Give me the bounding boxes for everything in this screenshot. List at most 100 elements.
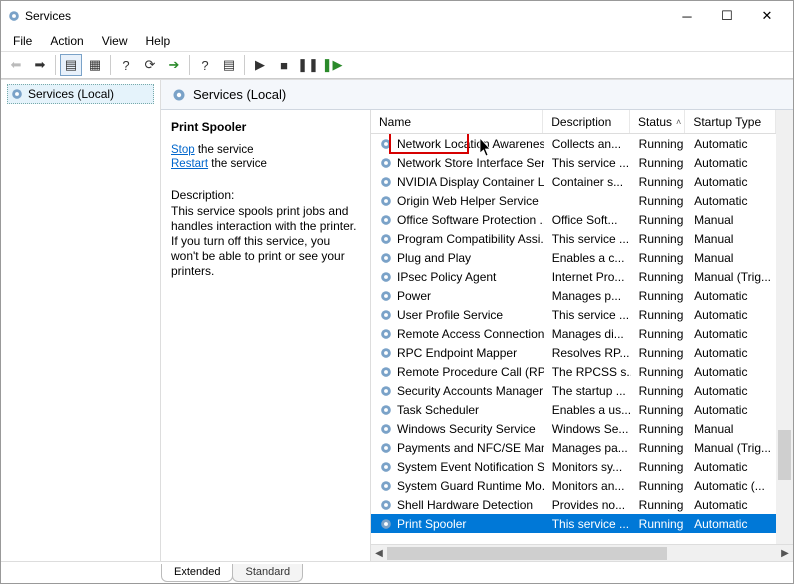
table-row[interactable]: System Guard Runtime Mo...Monitors an...… bbox=[371, 476, 793, 495]
table-row[interactable]: Network Store Interface Ser...This servi… bbox=[371, 153, 793, 172]
gear-icon bbox=[379, 251, 393, 265]
properties-icon[interactable]: ▦ bbox=[84, 54, 106, 76]
tab-standard[interactable]: Standard bbox=[232, 564, 303, 582]
stop-link[interactable]: Stop bbox=[171, 144, 195, 156]
refresh-icon[interactable]: ⟳ bbox=[139, 54, 161, 76]
vertical-scrollbar[interactable] bbox=[776, 110, 793, 544]
service-startup: Manual bbox=[694, 213, 733, 227]
service-name: Payments and NFC/SE Man... bbox=[397, 441, 544, 455]
toolbar: ⬅ ➡ ▤ ▦ ? ⟳ ➔ ? ▤ ▶ ■ ❚❚ ❚▶ bbox=[1, 51, 793, 79]
gear-icon bbox=[379, 289, 393, 303]
table-row[interactable]: User Profile ServiceThis service ...Runn… bbox=[371, 305, 793, 324]
table-row[interactable]: Program Compatibility Assi...This servic… bbox=[371, 229, 793, 248]
table-row[interactable]: NVIDIA Display Container LSContainer s..… bbox=[371, 172, 793, 191]
service-startup: Manual bbox=[694, 232, 733, 246]
table-row[interactable]: Windows Security ServiceWindows Se...Run… bbox=[371, 419, 793, 438]
selected-service-name: Print Spooler bbox=[171, 120, 360, 134]
grid-body: Network Location AwarenessCollects an...… bbox=[371, 134, 793, 544]
service-desc: The RPCSS s... bbox=[552, 365, 631, 379]
services-grid: Name Description Status ˄ Startup Type L… bbox=[371, 110, 793, 561]
service-name: User Profile Service bbox=[397, 308, 503, 322]
col-name[interactable]: Name bbox=[371, 110, 543, 133]
scrollbar-thumb[interactable] bbox=[778, 430, 791, 480]
gear-icon bbox=[379, 479, 393, 493]
export-icon[interactable]: ➔ bbox=[163, 54, 185, 76]
service-desc: Enables a c... bbox=[552, 251, 625, 265]
list-icon[interactable]: ▤ bbox=[218, 54, 240, 76]
table-row[interactable]: Print SpoolerThis service ...RunningAuto… bbox=[371, 514, 793, 533]
service-status: Running bbox=[639, 517, 684, 531]
service-name: NVIDIA Display Container LS bbox=[397, 175, 544, 189]
table-row[interactable]: Origin Web Helper ServiceRunningAutomati… bbox=[371, 191, 793, 210]
service-name: Plug and Play bbox=[397, 251, 471, 265]
restart-line: Restart the service bbox=[171, 158, 360, 170]
table-row[interactable]: Security Accounts ManagerThe startup ...… bbox=[371, 381, 793, 400]
service-name: Shell Hardware Detection bbox=[397, 498, 533, 512]
service-desc: This service ... bbox=[552, 517, 629, 531]
service-status: Running bbox=[639, 232, 684, 246]
scroll-right-icon[interactable]: ▶ bbox=[777, 545, 793, 561]
table-row[interactable]: System Event Notification S...Monitors s… bbox=[371, 457, 793, 476]
show-hide-tree-icon[interactable]: ▤ bbox=[60, 54, 82, 76]
service-desc: Manages p... bbox=[552, 289, 621, 303]
detail-pane: Print Spooler Stop the service Restart t… bbox=[161, 110, 371, 561]
table-row[interactable]: Network Location AwarenessCollects an...… bbox=[371, 134, 793, 153]
table-row[interactable]: PowerManages p...RunningAutomaticLoca bbox=[371, 286, 793, 305]
service-status: Running bbox=[639, 327, 684, 341]
service-startup: Automatic bbox=[694, 365, 747, 379]
service-startup: Automatic bbox=[694, 175, 747, 189]
table-row[interactable]: Payments and NFC/SE Man...Manages pa...R… bbox=[371, 438, 793, 457]
service-status: Running bbox=[639, 460, 684, 474]
help-icon[interactable]: ? bbox=[115, 54, 137, 76]
gear-icon bbox=[379, 346, 393, 360]
service-desc: Monitors an... bbox=[552, 479, 625, 493]
table-row[interactable]: Plug and PlayEnables a c...RunningManual… bbox=[371, 248, 793, 267]
menu-action[interactable]: Action bbox=[42, 33, 91, 49]
table-row[interactable]: Shell Hardware DetectionProvides no...Ru… bbox=[371, 495, 793, 514]
service-status: Running bbox=[639, 251, 684, 265]
menu-view[interactable]: View bbox=[94, 33, 136, 49]
stop-icon[interactable]: ■ bbox=[273, 54, 295, 76]
service-desc: Office Soft... bbox=[552, 213, 618, 227]
minimize-button[interactable]: ─ bbox=[667, 2, 707, 30]
table-row[interactable]: Remote Procedure Call (RPC)The RPCSS s..… bbox=[371, 362, 793, 381]
start-icon[interactable]: ▶ bbox=[249, 54, 271, 76]
table-row[interactable]: IPsec Policy AgentInternet Pro...Running… bbox=[371, 267, 793, 286]
restart-icon[interactable]: ❚▶ bbox=[321, 54, 343, 76]
table-row[interactable]: Office Software Protection ...Office Sof… bbox=[371, 210, 793, 229]
maximize-button[interactable]: ☐ bbox=[707, 2, 747, 30]
gear-icon bbox=[379, 460, 393, 474]
col-description[interactable]: Description bbox=[543, 110, 630, 133]
menu-help[interactable]: Help bbox=[138, 33, 179, 49]
service-status: Running bbox=[639, 422, 684, 436]
service-desc: Provides no... bbox=[552, 498, 625, 512]
close-button[interactable]: ✕ bbox=[747, 2, 787, 30]
help2-icon[interactable]: ? bbox=[194, 54, 216, 76]
horizontal-scrollbar[interactable]: ◀ ▶ bbox=[371, 544, 793, 561]
nav-services-local[interactable]: Services (Local) bbox=[7, 84, 154, 104]
gear-icon bbox=[379, 232, 393, 246]
gear-icon bbox=[379, 422, 393, 436]
restart-link[interactable]: Restart bbox=[171, 158, 208, 170]
table-row[interactable]: RPC Endpoint MapperResolves RP...Running… bbox=[371, 343, 793, 362]
menu-file[interactable]: File bbox=[5, 33, 40, 49]
tab-extended[interactable]: Extended bbox=[161, 564, 233, 582]
pause-icon[interactable]: ❚❚ bbox=[297, 54, 319, 76]
titlebar: Services ─ ☐ ✕ bbox=[1, 1, 793, 31]
description-body: This service spools print jobs and handl… bbox=[171, 204, 360, 279]
scrollbar-thumb[interactable] bbox=[387, 547, 667, 560]
gear-icon bbox=[379, 517, 393, 531]
service-desc: Resolves RP... bbox=[552, 346, 630, 360]
table-row[interactable]: Remote Access Connection...Manages di...… bbox=[371, 324, 793, 343]
services-window: Services ─ ☐ ✕ File Action View Help ⬅ ➡… bbox=[0, 0, 794, 584]
gear-icon bbox=[379, 175, 393, 189]
back-icon[interactable]: ⬅ bbox=[5, 54, 27, 76]
service-status: Running bbox=[639, 156, 684, 170]
col-startup[interactable]: Startup Type bbox=[685, 110, 776, 133]
service-status: Running bbox=[639, 137, 684, 151]
gear-icon bbox=[379, 270, 393, 284]
forward-icon[interactable]: ➡ bbox=[29, 54, 51, 76]
table-row[interactable]: Task SchedulerEnables a us...RunningAuto… bbox=[371, 400, 793, 419]
scroll-left-icon[interactable]: ◀ bbox=[371, 545, 387, 561]
col-status[interactable]: Status ˄ bbox=[630, 110, 685, 133]
